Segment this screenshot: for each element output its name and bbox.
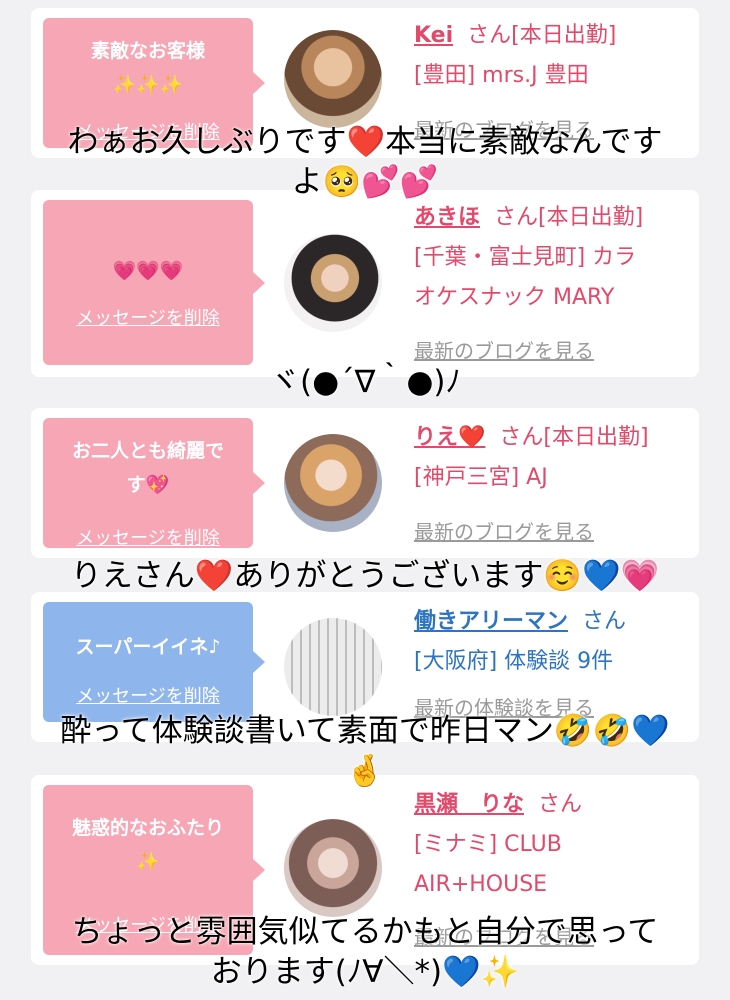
latest-blog-link[interactable]: 最新のブログを見る (414, 335, 594, 364)
avatar[interactable] (284, 819, 382, 917)
user-name-link[interactable]: 黒瀬 りな (414, 792, 524, 817)
caption-text: 酔って体験談書いて素面で昨日マン🤣🤣💙 🤞 (0, 711, 730, 791)
bubble-message: お二人とも綺麗で (71, 440, 224, 462)
status-text: さん[本日出勤] (467, 23, 617, 48)
sparkles-icon: ✨✨✨ (112, 74, 184, 96)
status-text: さん[本日出勤] (499, 425, 649, 450)
user-name-link[interactable]: Kei (414, 23, 453, 48)
bubble-message-cont: す💖 (126, 474, 170, 496)
caption-line: 酔って体験談書いて素面で昨日マン🤣🤣💙 (60, 713, 670, 749)
caption-text: りえさん❤️ありがとうございます☺️💙💗 (0, 556, 730, 596)
shop-info: [ミナミ] CLUB (414, 832, 562, 857)
user-info: Kei さん[本日出勤] [豊田] mrs.J 豊田 (414, 16, 694, 96)
bubble-message: スーパーイイネ♪ (75, 636, 221, 658)
review-info: [大阪府] 体験談 9件 (414, 649, 614, 674)
bubble-message: 素敵なお客様 (90, 40, 205, 62)
user-name-link[interactable]: りえ❤️ (414, 425, 485, 450)
avatar[interactable] (284, 234, 382, 332)
caption-text: わぁお久しぶりです❤️本当に素敵なんです よ🥺💕💕 (0, 122, 730, 202)
user-card: お二人とも綺麗で す💖 メッセージを削除 りえ❤️ さん[本日出勤] [神戸三宮]… (31, 408, 699, 558)
caption-line: ちょっと雰囲気似てるかもと自分で思って (71, 914, 659, 950)
delete-message-link[interactable]: メッセージを削除 (43, 524, 253, 550)
caption-line: 🤞 (345, 753, 385, 789)
user-info: りえ❤️ さん[本日出勤] [神戸三宮] AJ (414, 418, 694, 498)
caption-line: よ🥺💕💕 (291, 164, 439, 200)
caption-line: ヾ(●´∇｀●)ﾉ (268, 364, 462, 400)
sparkles-icon: ✨ (136, 851, 160, 873)
avatar[interactable] (284, 618, 382, 716)
status-text: さん[本日出勤] (494, 205, 644, 230)
status-text: さん (538, 792, 583, 817)
status-text: さん (582, 609, 627, 634)
shop-info: [神戸三宮] AJ (414, 465, 548, 490)
user-info: あきほ さん[本日出勤] [千葉・富士見町] カラ オケスナック MARY (414, 198, 694, 318)
message-bubble: 💗💗💗 メッセージを削除 (43, 200, 265, 365)
message-bubble: スーパーイイネ♪ メッセージを削除 (43, 602, 265, 722)
caption-line: おります(ﾉ∀＼*)💙✨ (210, 954, 520, 990)
shop-info: [千葉・富士見町] カラ (414, 245, 637, 270)
user-name-link[interactable]: あきほ (414, 205, 480, 230)
heart-icon: 💗💗💗 (112, 260, 184, 282)
user-name-link[interactable]: 働きアリーマン (414, 609, 568, 634)
caption-text: ちょっと雰囲気似てるかもと自分で思って おります(ﾉ∀＼*)💙✨ (0, 912, 730, 992)
shop-info: AIR+HOUSE (414, 872, 548, 897)
shop-info: オケスナック MARY (414, 285, 615, 310)
bubble-message (43, 220, 253, 254)
caption-line: りえさん❤️ありがとうございます☺️💙💗 (70, 558, 660, 594)
shop-info: [豊田] mrs.J 豊田 (414, 63, 589, 88)
avatar[interactable] (284, 30, 382, 128)
avatar[interactable] (284, 434, 382, 532)
delete-message-link[interactable]: メッセージを削除 (43, 682, 253, 708)
caption-text: ヾ(●´∇｀●)ﾉ (0, 362, 730, 402)
delete-message-link[interactable]: メッセージを削除 (43, 304, 253, 330)
bubble-message: 魅惑的なおふたり (71, 817, 224, 839)
caption-line: わぁお久しぶりです❤️本当に素敵なんです (67, 124, 663, 160)
user-card: 💗💗💗 メッセージを削除 あきほ さん[本日出勤] [千葉・富士見町] カラ オケ… (31, 190, 699, 377)
user-info: 黒瀬 りな さん [ミナミ] CLUB AIR+HOUSE (414, 785, 694, 905)
message-bubble: お二人とも綺麗で す💖 メッセージを削除 (43, 418, 265, 550)
latest-blog-link[interactable]: 最新のブログを見る (414, 516, 594, 545)
user-info: 働きアリーマン さん [大阪府] 体験談 9件 (414, 602, 694, 682)
